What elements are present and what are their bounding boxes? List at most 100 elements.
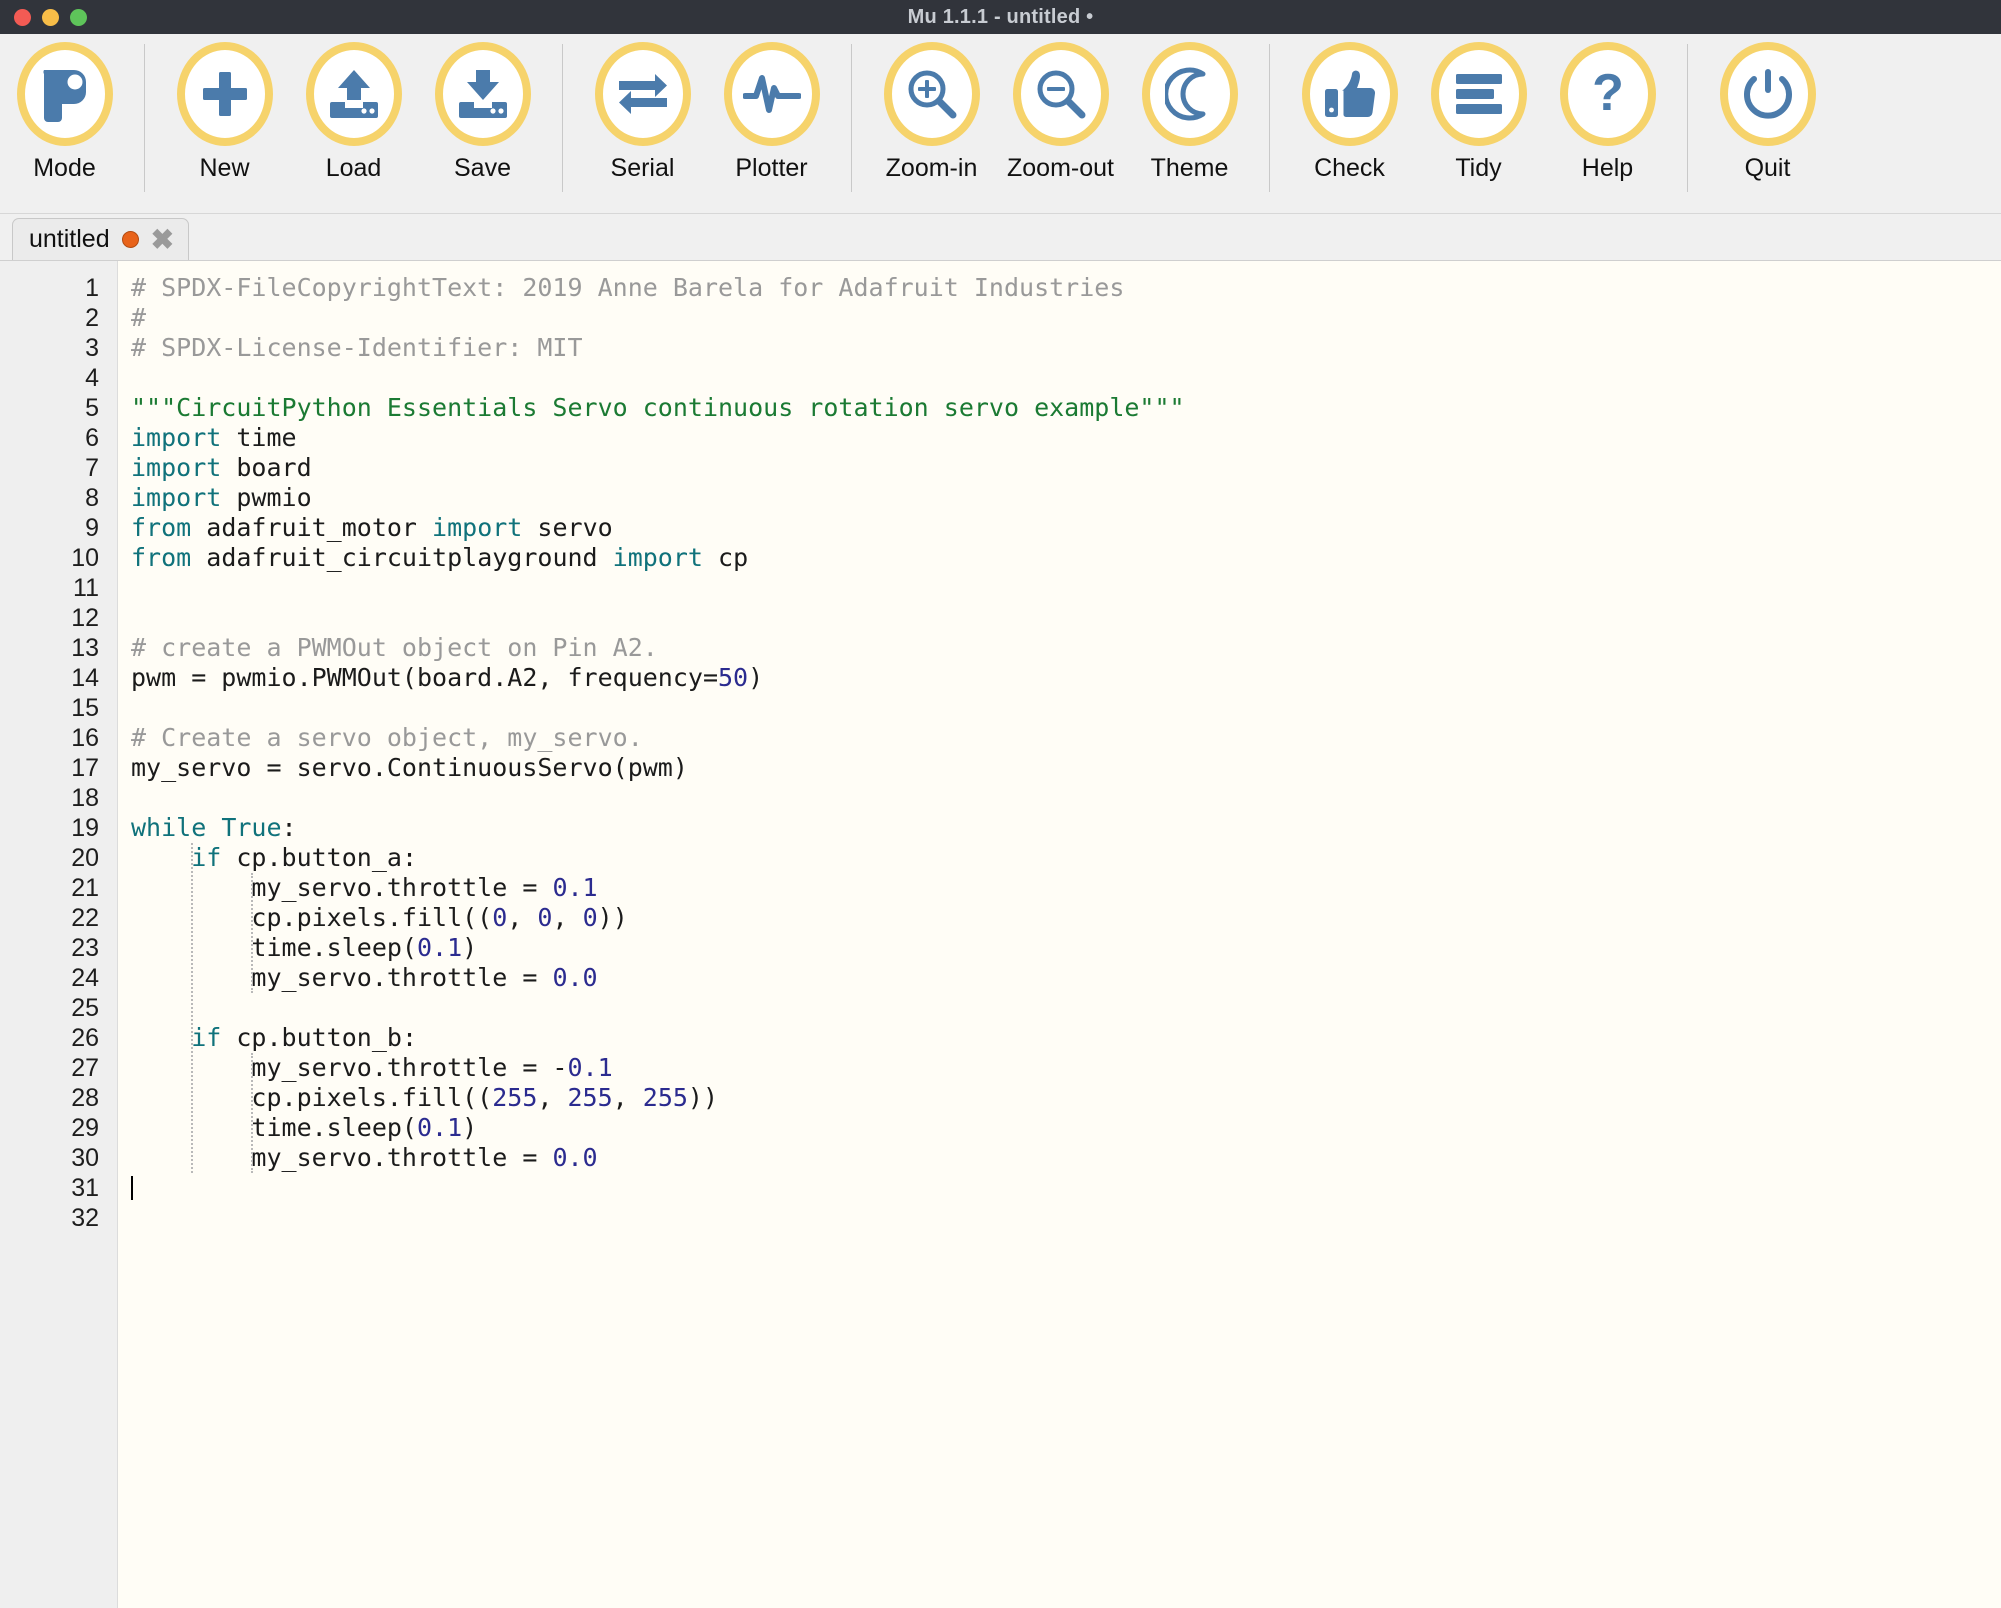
toolbar-button-tidy[interactable]: Tidy — [1414, 42, 1543, 181]
code-line: if cp.button_b: — [131, 1023, 2001, 1053]
code-token-kw: if — [191, 1023, 221, 1052]
code-token-plain: adafruit_circuitplayground — [191, 543, 612, 572]
code-token-plain: time.sleep( — [131, 1113, 417, 1142]
line-number: 10 — [0, 543, 117, 573]
maximize-window-button[interactable] — [70, 9, 87, 26]
question-mark-icon: ? — [1560, 42, 1656, 146]
toolbar-label-save: Save — [454, 156, 511, 181]
close-icon[interactable]: ✖ — [151, 226, 174, 254]
code-line: """CircuitPython Essentials Servo contin… — [131, 393, 2001, 423]
code-token-plain: cp.button_b: — [221, 1023, 417, 1052]
minimize-window-button[interactable] — [42, 9, 59, 26]
code-token-plain: pwm = pwmio.PWMOut(board.A2, frequency= — [131, 663, 718, 692]
code-token-plain: cp.pixels.fill(( — [131, 903, 492, 932]
toolbar-button-mode[interactable]: Mode — [0, 42, 129, 181]
window-title: Mu 1.1.1 - untitled • — [0, 6, 2001, 29]
code-token-plain: cp — [703, 543, 748, 572]
waveform-icon — [724, 42, 820, 146]
line-number: 4 — [0, 363, 117, 393]
code-line: while True: — [131, 813, 2001, 843]
code-line: if cp.button_a: — [131, 843, 2001, 873]
code-token-num: 0 — [537, 903, 552, 932]
toolbar-button-plotter[interactable]: Plotter — [707, 42, 836, 181]
code-line — [131, 783, 2001, 813]
line-number: 23 — [0, 933, 117, 963]
code-token-kw: import — [613, 543, 703, 572]
toolbar-button-new[interactable]: New — [160, 42, 289, 181]
code-line — [131, 693, 2001, 723]
traffic-light-group — [14, 9, 87, 26]
code-token-num: 50 — [718, 663, 748, 692]
line-number: 5 — [0, 393, 117, 423]
code-line: my_servo.throttle = -0.1 — [131, 1053, 2001, 1083]
code-line: # — [131, 303, 2001, 333]
code-token-num: 0.0 — [552, 1143, 597, 1172]
toolbar-button-zoom-out[interactable]: Zoom-out — [996, 42, 1125, 181]
code-line: # Create a servo object, my_servo. — [131, 723, 2001, 753]
line-number: 7 — [0, 453, 117, 483]
code-line — [131, 993, 2001, 1023]
toolbar-button-theme[interactable]: Theme — [1125, 42, 1254, 181]
code-token-plain: my_servo.throttle = — [131, 873, 552, 902]
code-token-num: 255 — [643, 1083, 688, 1112]
line-number: 31 — [0, 1173, 117, 1203]
code-token-plain: servo — [522, 513, 612, 542]
code-line: # SPDX-FileCopyrightText: 2019 Anne Bare… — [131, 273, 2001, 303]
line-number: 22 — [0, 903, 117, 933]
code-line: pwm = pwmio.PWMOut(board.A2, frequency=5… — [131, 663, 2001, 693]
toolbar-group-mode: Mode — [0, 42, 129, 181]
line-number: 8 — [0, 483, 117, 513]
toolbar-button-load[interactable]: Load — [289, 42, 418, 181]
toolbar-button-quit[interactable]: Quit — [1703, 42, 1832, 181]
code-line: my_servo = servo.ContinuousServo(pwm) — [131, 753, 2001, 783]
text-caret — [131, 1176, 133, 1200]
code-token-plain — [206, 813, 221, 842]
code-token-string: """CircuitPython Essentials Servo contin… — [131, 393, 1185, 422]
code-token-plain: ) — [462, 933, 477, 962]
toolbar-label-theme: Theme — [1151, 156, 1229, 181]
line-number: 3 — [0, 333, 117, 363]
tab-untitled[interactable]: untitled ✖ — [12, 218, 189, 260]
magnifier-minus-icon — [1013, 42, 1109, 146]
code-token-plain: board — [221, 453, 311, 482]
toolbar-button-zoom-in[interactable]: Zoom-in — [867, 42, 996, 181]
code-token-plain: , — [613, 1083, 643, 1112]
line-number: 17 — [0, 753, 117, 783]
toolbar-separator-1 — [144, 44, 145, 192]
line-number: 12 — [0, 603, 117, 633]
code-token-plain: )) — [598, 903, 628, 932]
code-token-plain: , — [507, 903, 537, 932]
code-editor[interactable]: 1234567891011121314151617181920212223242… — [0, 261, 2001, 1608]
close-window-button[interactable] — [14, 9, 31, 26]
code-line: import pwmio — [131, 483, 2001, 513]
toolbar-button-help[interactable]: ? Help — [1543, 42, 1672, 181]
code-line — [131, 573, 2001, 603]
code-token-num: 255 — [492, 1083, 537, 1112]
plus-icon — [177, 42, 273, 146]
code-line: cp.pixels.fill((0, 0, 0)) — [131, 903, 2001, 933]
line-number: 6 — [0, 423, 117, 453]
thumbs-up-icon — [1302, 42, 1398, 146]
line-number: 1 — [0, 273, 117, 303]
toolbar-button-save[interactable]: Save — [418, 42, 547, 181]
code-token-plain: my_servo.throttle = - — [131, 1053, 568, 1082]
code-token-num: 0.1 — [417, 933, 462, 962]
code-token-plain: adafruit_motor — [191, 513, 432, 542]
code-text-area[interactable]: # SPDX-FileCopyrightText: 2019 Anne Bare… — [118, 261, 2001, 1608]
toolbar-button-check[interactable]: Check — [1285, 42, 1414, 181]
code-token-comment: # create a PWMOut object on Pin A2. — [131, 633, 658, 662]
code-token-num: 255 — [568, 1083, 613, 1112]
main-toolbar: Mode New Load — [0, 34, 2001, 214]
code-token-plain — [131, 1023, 191, 1052]
toolbar-button-serial[interactable]: Serial — [578, 42, 707, 181]
code-token-kw: import — [131, 483, 221, 512]
code-line: from adafruit_motor import servo — [131, 513, 2001, 543]
code-token-plain: my_servo.throttle = — [131, 1143, 552, 1172]
code-token-kw: import — [432, 513, 522, 542]
toolbar-label-mode: Mode — [33, 156, 96, 181]
code-line: time.sleep(0.1) — [131, 933, 2001, 963]
code-token-kw: from — [131, 513, 191, 542]
toolbar-separator-3 — [851, 44, 852, 192]
hamburger-lines-icon — [1431, 42, 1527, 146]
line-number: 21 — [0, 873, 117, 903]
